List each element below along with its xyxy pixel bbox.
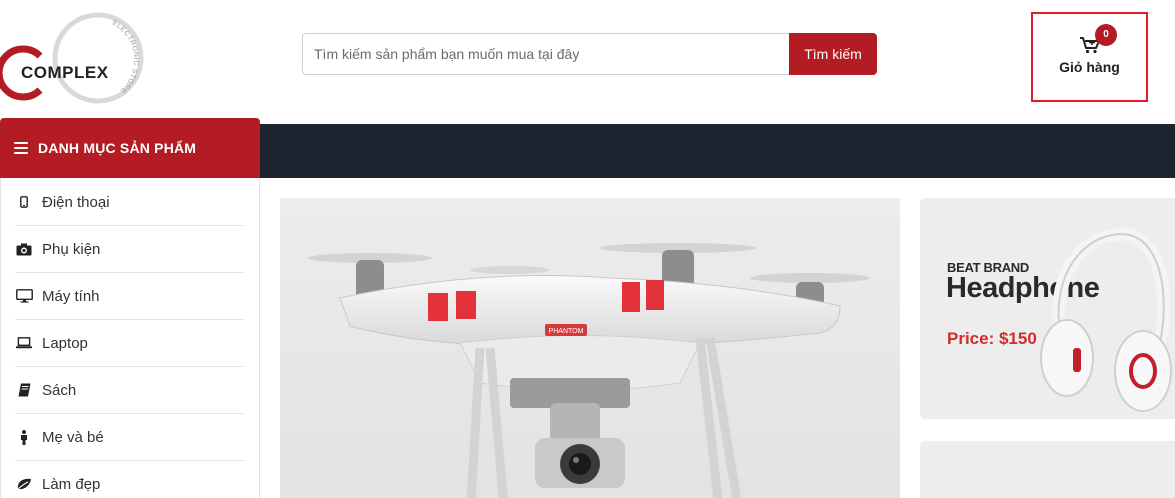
main-nav-bar (260, 124, 1175, 178)
category-label: Điện thoại (42, 193, 110, 211)
mobile-phone-icon (15, 193, 33, 211)
headphone-image (1040, 227, 1172, 412)
side-banner-secondary[interactable] (920, 441, 1175, 498)
leaf-icon (15, 475, 33, 493)
category-item-laptop[interactable]: Laptop (15, 320, 244, 367)
logo-word: COMPLEX (21, 63, 109, 82)
drone-brand-text: PHANTOM (549, 328, 584, 335)
camera-icon (15, 240, 33, 258)
category-label: Máy tính (42, 287, 100, 305)
child-icon (15, 428, 33, 446)
category-item-dien-thoai[interactable]: Điện thoại (15, 179, 244, 226)
category-item-lam-dep[interactable]: Làm đẹp (15, 461, 244, 498)
search-input[interactable] (302, 33, 789, 75)
search-bar: Tìm kiếm (302, 33, 877, 75)
drone-image: PHANTOM (308, 243, 870, 498)
category-label: Làm đẹp (42, 475, 101, 493)
category-label: Laptop (42, 334, 88, 352)
category-label: Phụ kiện (42, 240, 101, 258)
category-menu-title: DANH MỤC SẢN PHẨM (38, 140, 197, 156)
main-banner-drone[interactable]: PHANTOM (280, 198, 900, 498)
site-logo[interactable]: ELECTRONIC STORE COMPLEX (0, 12, 145, 107)
category-item-phu-kien[interactable]: Phụ kiện (15, 226, 244, 273)
category-label: Sách (42, 381, 77, 399)
logo-graphic: ELECTRONIC STORE (0, 12, 144, 104)
category-item-me-va-be[interactable]: Mẹ và bé (15, 414, 244, 461)
category-list: Điện thoại Phụ kiện Máy tính Laptop Sách… (0, 178, 260, 498)
category-menu-header[interactable]: DANH MỤC SẢN PHẨM (0, 118, 260, 178)
laptop-icon (15, 334, 33, 352)
desktop-monitor-icon (15, 287, 33, 305)
cart-button[interactable]: 0 Giỏ hàng (1031, 12, 1148, 102)
hamburger-menu-icon (14, 142, 28, 154)
category-label: Mẹ và bé (42, 428, 104, 446)
cart-label: Giỏ hàng (1059, 59, 1120, 75)
search-button[interactable]: Tìm kiếm (789, 33, 877, 75)
banner-price: Price: $150 (947, 329, 1037, 348)
book-icon (15, 381, 33, 399)
category-item-sach[interactable]: Sách (15, 367, 244, 414)
cart-count-badge: 0 (1095, 24, 1117, 46)
category-item-may-tinh[interactable]: Máy tính (15, 273, 244, 320)
side-banner-headphone[interactable]: BEAT BRAND Headphone Price: $150 (920, 198, 1175, 419)
